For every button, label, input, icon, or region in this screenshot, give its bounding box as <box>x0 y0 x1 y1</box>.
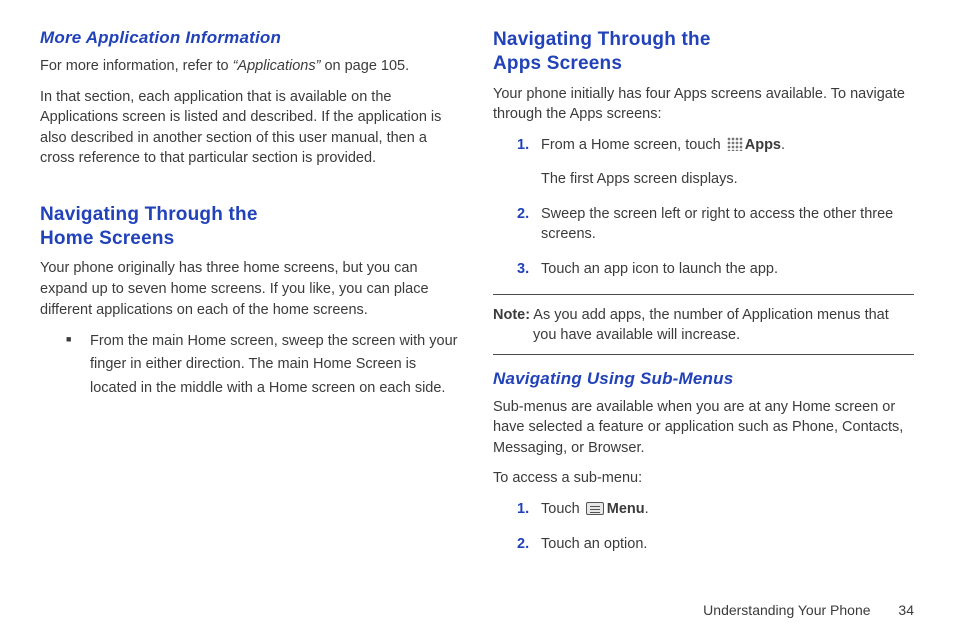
note-label: Note: <box>493 307 530 323</box>
bullet-list-nav-home: From the main Home screen, sweep the scr… <box>40 330 461 400</box>
footer-section-title: Understanding Your Phone <box>703 602 870 618</box>
text-fragment: Touch <box>541 501 584 517</box>
list-item: 1. Touch Menu. <box>517 499 914 520</box>
apps-grid-icon <box>727 137 743 151</box>
menu-label: Menu <box>607 501 645 517</box>
text-fragment: . <box>781 137 785 153</box>
steps-submenu: 1. Touch Menu. 2. Touch an option. <box>493 499 914 554</box>
reference-applications: “Applications” <box>233 58 321 74</box>
heading-more-app-info: More Application Information <box>40 28 461 48</box>
paragraph-nav-home: Your phone originally has three home scr… <box>40 258 461 320</box>
list-item: 3. Touch an app icon to launch the app. <box>517 259 914 280</box>
list-item: 2. Touch an option. <box>517 534 914 555</box>
menu-icon <box>586 502 604 515</box>
step-number: 1. <box>517 499 529 520</box>
step-text: Sweep the screen left or right to access… <box>541 206 893 243</box>
text-fragment: on page 105. <box>320 58 409 74</box>
heading-nav-apps: Navigating Through the Apps Screens <box>493 28 914 76</box>
paragraph-more-app-1: For more information, refer to “Applicat… <box>40 56 461 77</box>
paragraph-submenu-1: Sub-menus are available when you are at … <box>493 397 914 459</box>
step-number: 2. <box>517 204 529 225</box>
text-fragment: As you add apps, the number of Applicati… <box>530 307 889 344</box>
step-number: 2. <box>517 534 529 555</box>
list-item: From the main Home screen, sweep the scr… <box>68 330 461 400</box>
note-text: Note: As you add apps, the number of App… <box>493 305 914 346</box>
steps-nav-apps: 1. From a Home screen, touch Apps. The f… <box>493 135 914 280</box>
paragraph-submenu-2: To access a sub-menu: <box>493 468 914 489</box>
list-item: 1. From a Home screen, touch Apps. The f… <box>517 135 914 190</box>
heading-line: Navigating Through the <box>493 29 711 50</box>
heading-nav-home: Navigating Through the Home Screens <box>40 203 461 251</box>
step-extra-text: The first Apps screen displays. <box>541 169 914 190</box>
step-text: Touch an app icon to launch the app. <box>541 261 778 277</box>
text-fragment: . <box>645 501 649 517</box>
left-column: More Application Information For more in… <box>40 28 461 596</box>
right-column: Navigating Through the Apps Screens Your… <box>493 28 914 596</box>
apps-label: Apps <box>745 137 781 153</box>
paragraph-more-app-2: In that section, each application that i… <box>40 87 461 169</box>
divider <box>493 354 914 355</box>
step-text: Touch an option. <box>541 536 647 552</box>
page-footer: Understanding Your Phone 34 <box>40 596 914 618</box>
step-number: 3. <box>517 259 529 280</box>
paragraph-nav-apps: Your phone initially has four Apps scree… <box>493 84 914 125</box>
text-fragment: From a Home screen, touch <box>541 137 725 153</box>
text-fragment: For more information, refer to <box>40 58 233 74</box>
heading-line: Navigating Through the <box>40 204 258 225</box>
heading-line: Apps Screens <box>493 53 622 74</box>
heading-line: Home Screens <box>40 228 174 249</box>
heading-submenus: Navigating Using Sub-Menus <box>493 369 914 389</box>
list-item: 2. Sweep the screen left or right to acc… <box>517 204 914 245</box>
divider <box>493 294 914 295</box>
page-number: 34 <box>898 602 914 618</box>
page-columns: More Application Information For more in… <box>40 28 914 596</box>
step-number: 1. <box>517 135 529 156</box>
